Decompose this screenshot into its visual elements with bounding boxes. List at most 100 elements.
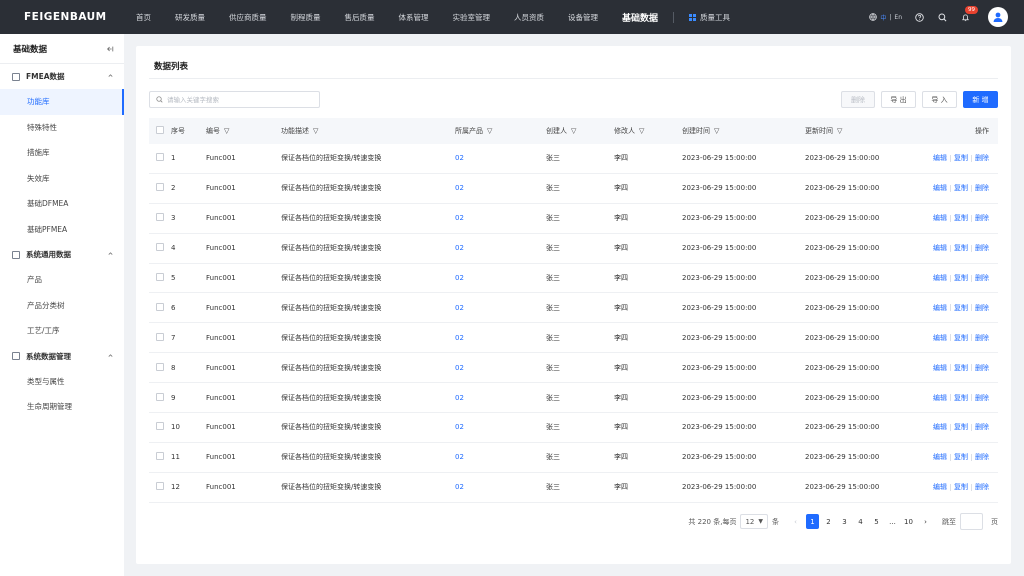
delete-link[interactable]: 删除 — [975, 243, 989, 253]
row-checkbox[interactable] — [156, 273, 164, 281]
row-checkbox[interactable] — [156, 482, 164, 491]
page-size-select[interactable]: 12 ▼ — [740, 514, 768, 529]
notification-button[interactable]: 99 — [959, 6, 978, 23]
sidebar-item[interactable]: 工艺/工序 — [0, 318, 124, 344]
product-link[interactable]: 02 — [455, 334, 464, 342]
delete-link[interactable]: 删除 — [975, 273, 989, 283]
product-link[interactable]: 02 — [455, 453, 464, 461]
nav-item-1[interactable]: 研发质量 — [163, 0, 217, 34]
row-checkbox[interactable] — [156, 302, 164, 311]
copy-link[interactable]: 复制 — [954, 303, 968, 313]
product-link[interactable]: 02 — [455, 423, 464, 431]
col-utime[interactable]: 更新时间 ▽ — [805, 126, 928, 136]
col-ctime[interactable]: 创建时间 ▽ — [682, 126, 805, 136]
edit-link[interactable]: 编辑 — [933, 153, 947, 163]
search-box[interactable] — [149, 91, 320, 108]
row-checkbox[interactable] — [156, 183, 164, 192]
page-button[interactable]: 3 — [838, 514, 851, 529]
row-checkbox[interactable] — [156, 153, 164, 162]
col-code[interactable]: 编号 ▽ — [206, 126, 281, 136]
copy-link[interactable]: 复制 — [954, 333, 968, 343]
help-button[interactable] — [913, 11, 925, 23]
page-button[interactable]: 2 — [822, 514, 835, 529]
nav-item-9[interactable]: 基础数据 — [610, 0, 670, 34]
edit-link[interactable]: 编辑 — [933, 393, 947, 403]
delete-link[interactable]: 删除 — [975, 393, 989, 403]
edit-link[interactable]: 编辑 — [933, 243, 947, 253]
sidebar-item[interactable]: 措施库 — [0, 140, 124, 166]
search-button[interactable] — [936, 11, 948, 23]
col-desc[interactable]: 功能描述 ▽ — [281, 126, 455, 136]
copy-link[interactable]: 复制 — [954, 422, 968, 432]
delete-button[interactable]: 删除 — [841, 91, 875, 108]
sidebar-item[interactable]: 失效库 — [0, 166, 124, 192]
product-link[interactable]: 02 — [455, 214, 464, 222]
delete-link[interactable]: 删除 — [975, 333, 989, 343]
sidebar-item[interactable]: 产品分类树 — [0, 293, 124, 319]
delete-link[interactable]: 删除 — [975, 153, 989, 163]
add-button[interactable]: 新 增 — [963, 91, 998, 108]
sidebar-group[interactable]: FMEA数据 — [0, 64, 124, 89]
nav-item-0[interactable]: 首页 — [124, 0, 163, 34]
col-product[interactable]: 所属产品 ▽ — [455, 126, 546, 136]
filter-icon[interactable]: ▽ — [639, 127, 644, 135]
nav-item-quality-tools[interactable]: 质量工具 — [677, 0, 742, 34]
edit-link[interactable]: 编辑 — [933, 273, 947, 283]
edit-link[interactable]: 编辑 — [933, 452, 947, 462]
delete-link[interactable]: 删除 — [975, 303, 989, 313]
copy-link[interactable]: 复制 — [954, 452, 968, 462]
product-link[interactable]: 02 — [455, 244, 464, 252]
avatar[interactable] — [988, 7, 1008, 27]
collapse-icon[interactable] — [106, 45, 114, 53]
copy-link[interactable]: 复制 — [954, 482, 968, 492]
row-checkbox[interactable] — [156, 422, 164, 431]
filter-icon[interactable]: ▽ — [837, 127, 842, 135]
filter-icon[interactable]: ▽ — [313, 127, 318, 135]
edit-link[interactable]: 编辑 — [933, 482, 947, 492]
copy-link[interactable]: 复制 — [954, 183, 968, 193]
lang-en[interactable]: En — [894, 14, 902, 21]
next-page-button[interactable]: › — [919, 514, 932, 529]
copy-link[interactable]: 复制 — [954, 393, 968, 403]
edit-link[interactable]: 编辑 — [933, 422, 947, 432]
nav-item-4[interactable]: 售后质量 — [333, 0, 387, 34]
page-button[interactable]: 5 — [870, 514, 883, 529]
delete-link[interactable]: 删除 — [975, 422, 989, 432]
page-button[interactable]: 4 — [854, 514, 867, 529]
edit-link[interactable]: 编辑 — [933, 213, 947, 223]
language-switch[interactable]: 中 | En — [869, 13, 902, 22]
delete-link[interactable]: 删除 — [975, 183, 989, 193]
copy-link[interactable]: 复制 — [954, 363, 968, 373]
filter-icon[interactable]: ▽ — [571, 127, 576, 135]
copy-link[interactable]: 复制 — [954, 243, 968, 253]
product-link[interactable]: 02 — [455, 184, 464, 192]
copy-link[interactable]: 复制 — [954, 153, 968, 163]
sidebar-group[interactable]: 系统数据管理 — [0, 344, 124, 369]
page-button[interactable]: 1 — [806, 514, 819, 529]
delete-link[interactable]: 删除 — [975, 213, 989, 223]
filter-icon[interactable]: ▽ — [487, 127, 492, 135]
copy-link[interactable]: 复制 — [954, 213, 968, 223]
sidebar-item[interactable]: 基础PFMEA — [0, 217, 124, 243]
page-button[interactable]: 10 — [902, 514, 915, 529]
product-link[interactable]: 02 — [455, 364, 464, 372]
sidebar-group[interactable]: 系统通用数据 — [0, 242, 124, 267]
nav-item-2[interactable]: 供应商质量 — [217, 0, 279, 34]
col-creator[interactable]: 创建人 ▽ — [546, 126, 614, 136]
import-button[interactable]: 导 入 — [922, 91, 957, 108]
nav-item-7[interactable]: 人员资质 — [502, 0, 556, 34]
row-checkbox[interactable] — [156, 362, 164, 371]
delete-link[interactable]: 删除 — [975, 363, 989, 373]
product-link[interactable]: 02 — [455, 274, 464, 282]
jump-input[interactable] — [960, 513, 983, 530]
nav-item-6[interactable]: 实验室管理 — [441, 0, 503, 34]
edit-link[interactable]: 编辑 — [933, 303, 947, 313]
sidebar-item[interactable]: 基础DFMEA — [0, 191, 124, 217]
row-checkbox[interactable] — [156, 243, 164, 252]
prev-page-button[interactable]: ‹ — [789, 514, 802, 529]
delete-link[interactable]: 删除 — [975, 482, 989, 492]
select-all-checkbox[interactable] — [156, 126, 164, 134]
row-checkbox[interactable] — [156, 332, 164, 341]
nav-item-8[interactable]: 设备管理 — [556, 0, 610, 34]
nav-item-5[interactable]: 体系管理 — [387, 0, 441, 34]
